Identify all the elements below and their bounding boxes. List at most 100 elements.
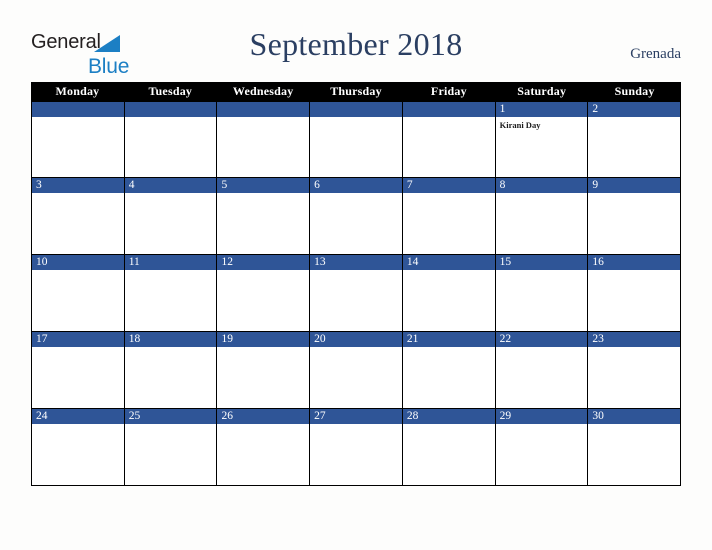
day-cell-8[interactable]: 8	[495, 178, 589, 254]
day-cell-28[interactable]: 28	[402, 409, 496, 485]
date-number: 13	[314, 256, 326, 268]
event-list	[588, 424, 680, 427]
day-cell-5[interactable]: 5	[217, 178, 311, 254]
event-list	[310, 117, 402, 120]
date-number: 18	[128, 333, 141, 345]
date-band: 25	[124, 409, 217, 424]
date-number: 22	[499, 333, 512, 345]
day-cell-10[interactable]: 10	[32, 255, 125, 331]
event-list	[496, 424, 588, 427]
event-list	[217, 193, 309, 196]
day-cell-16[interactable]: 16	[588, 255, 682, 331]
event-list	[310, 424, 402, 427]
date-band: 29	[495, 409, 588, 424]
date-band: 2	[588, 102, 681, 117]
country-label: Grenada	[630, 46, 681, 62]
date-number: 19	[221, 333, 233, 345]
event-list	[217, 270, 309, 273]
date-band: 18	[124, 332, 217, 347]
day-cell-2[interactable]: 2	[588, 102, 682, 177]
date-band	[402, 102, 495, 117]
date-number: 2	[592, 103, 599, 115]
calendar-page: General Blue September 2018 Grenada Mond…	[0, 0, 712, 550]
event-list	[496, 270, 588, 273]
day-cell-20[interactable]: 20	[310, 332, 403, 408]
date-band: 3	[32, 178, 124, 193]
date-number: 24	[36, 410, 48, 422]
date-number: 21	[406, 333, 419, 345]
date-band: 17	[32, 332, 124, 347]
calendar-grid: Monday Tuesday Wednesday Thursday Friday Satu…	[31, 82, 682, 486]
date-band: 27	[310, 409, 402, 424]
date-number: 14	[406, 256, 419, 268]
day-cell-14[interactable]: 14	[402, 255, 496, 331]
date-number: 30	[592, 410, 604, 422]
date-band: 6	[310, 178, 402, 193]
day-cell-11[interactable]: 11	[124, 255, 218, 331]
day-cell-7[interactable]: 7	[402, 178, 496, 254]
day-cell-30[interactable]: 30	[588, 409, 682, 485]
date-band	[32, 102, 124, 117]
day-cell-15[interactable]: 15	[495, 255, 589, 331]
date-number: 25	[128, 410, 141, 422]
date-band	[217, 102, 310, 117]
date-band: 20	[310, 332, 402, 347]
calendar-week-row: 17 18 19 20 21 22 23	[31, 332, 682, 409]
day-cell-9[interactable]: 9	[588, 178, 682, 254]
event-list	[496, 193, 588, 196]
date-band: 10	[32, 255, 124, 270]
day-cell-25[interactable]: 25	[124, 409, 218, 485]
date-band: 22	[495, 332, 588, 347]
day-cell-empty[interactable]	[217, 102, 311, 177]
calendar-week-row: 1 Kirani Day 2	[31, 101, 682, 178]
day-cell-23[interactable]: 23	[588, 332, 682, 408]
day-cell-empty[interactable]	[124, 102, 218, 177]
day-cell-6[interactable]: 6	[310, 178, 403, 254]
date-band: 15	[495, 255, 588, 270]
day-cell-27[interactable]: 27	[310, 409, 403, 485]
event-list	[32, 347, 124, 350]
day-cell-21[interactable]: 21	[402, 332, 496, 408]
day-cell-29[interactable]: 29	[495, 409, 589, 485]
event-list	[32, 424, 124, 427]
day-cell-18[interactable]: 18	[124, 332, 218, 408]
date-band: 16	[588, 255, 681, 270]
calendar-weeks: 1 Kirani Day 2 3 4 5 6 7 8 9 10 11 12 13 14 15 16 17 18 19 2…	[31, 101, 682, 486]
date-band	[124, 102, 217, 117]
day-cell-17[interactable]: 17	[32, 332, 125, 408]
day-of-week-header-thursday: Thursday	[330, 84, 382, 98]
day-cell-empty[interactable]	[402, 102, 496, 177]
day-cell-empty[interactable]	[310, 102, 403, 177]
date-band: 30	[588, 409, 681, 424]
day-cell-26[interactable]: 26	[217, 409, 311, 485]
date-number: 5	[221, 179, 228, 191]
date-number: 15	[499, 256, 512, 268]
date-band: 1	[495, 102, 588, 117]
date-number: 16	[592, 256, 604, 268]
day-cell-12[interactable]: 12	[217, 255, 311, 331]
date-number: 12	[221, 256, 233, 268]
date-number: 29	[499, 410, 512, 422]
day-cell-4[interactable]: 4	[124, 178, 218, 254]
event-list	[588, 270, 680, 273]
day-cell-empty[interactable]	[32, 102, 125, 177]
day-of-week-header-monday: Monday	[55, 84, 100, 98]
event-list	[32, 193, 124, 196]
day-cell-22[interactable]: 22	[495, 332, 589, 408]
event-list	[32, 270, 124, 273]
event-list	[588, 117, 680, 120]
event-list	[125, 270, 217, 273]
day-cell-19[interactable]: 19	[217, 332, 311, 408]
date-number: 7	[406, 179, 413, 191]
event-list	[125, 193, 217, 196]
day-cell-13[interactable]: 13	[310, 255, 403, 331]
date-band: 9	[588, 178, 681, 193]
day-cell-1[interactable]: 1 Kirani Day	[495, 102, 589, 177]
page-title: September 2018	[249, 26, 463, 62]
date-band: 12	[217, 255, 310, 270]
day-cell-24[interactable]: 24	[32, 409, 125, 485]
event-list	[496, 347, 588, 350]
date-number: 8	[499, 179, 506, 191]
day-cell-3[interactable]: 3	[32, 178, 125, 254]
date-number: 4	[128, 179, 135, 191]
